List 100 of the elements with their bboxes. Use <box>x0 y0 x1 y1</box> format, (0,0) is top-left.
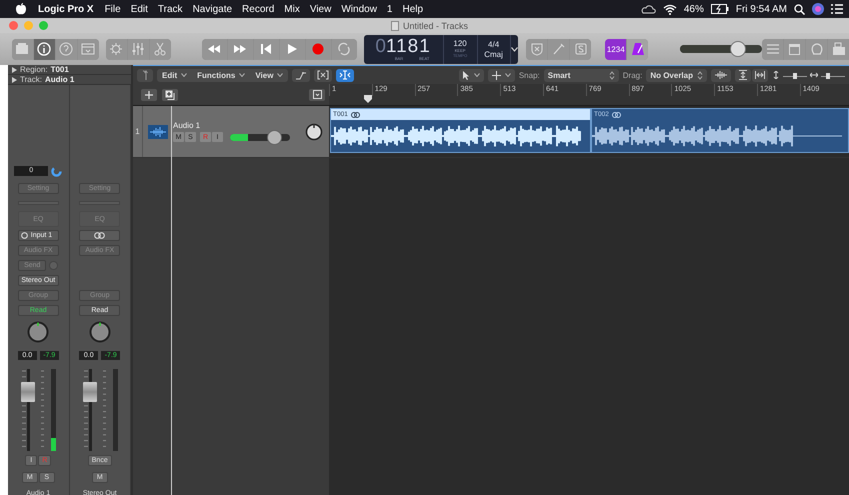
lcd-digit: 0 <box>375 38 386 56</box>
menu-item[interactable]: View <box>310 4 332 14</box>
menu-button[interactable]: Edit <box>157 68 192 82</box>
menu-item[interactable]: File <box>104 4 121 14</box>
back-button[interactable] <box>137 68 153 82</box>
menu-item[interactable]: 1 <box>386 4 392 14</box>
plus-icon <box>145 90 153 98</box>
replace-icon <box>530 42 544 56</box>
chevron-icon <box>474 73 480 77</box>
solo-icon <box>574 42 588 56</box>
pointer-tool-menu[interactable] <box>458 68 484 82</box>
rewind-icon <box>207 42 222 56</box>
horizontal-fit-button[interactable] <box>752 68 768 82</box>
menu-item[interactable]: Edit <box>130 4 148 14</box>
menu-item[interactable]: Window <box>341 4 377 14</box>
catch-button[interactable] <box>314 68 332 82</box>
chevron-icon <box>277 73 284 77</box>
menu-item[interactable]: Help <box>402 4 424 14</box>
chevron-icon[interactable] <box>510 46 518 52</box>
menu-button[interactable]: View <box>250 68 288 82</box>
loop-icon <box>612 112 621 118</box>
battery-icon[interactable] <box>710 4 729 14</box>
smart-controls-icon <box>109 42 124 56</box>
duplicate-track-button[interactable] <box>162 88 178 100</box>
tray-icon <box>312 90 322 99</box>
chevron-icon <box>239 73 246 77</box>
inspector-value: Audio 1 <box>44 75 74 84</box>
loop-icon <box>350 112 360 118</box>
inspector-label: Region: <box>20 65 48 74</box>
drag-dropdown[interactable]: No Overlap <box>646 68 707 82</box>
gain-knob-icon[interactable] <box>51 166 62 176</box>
play-button[interactable] <box>280 38 305 60</box>
scissors-icon <box>153 42 168 56</box>
orb-icon[interactable] <box>812 3 824 15</box>
zoom-slider[interactable] <box>783 72 807 78</box>
global-tracks-button[interactable] <box>309 88 325 100</box>
position-display: 1181 <box>386 38 431 56</box>
waveform-zoom-button[interactable] <box>711 68 731 82</box>
rewind-button[interactable] <box>202 38 227 60</box>
count-in-button[interactable]: 1234 <box>605 38 626 60</box>
circle-icon <box>20 232 28 238</box>
playhead-marker[interactable] <box>364 95 372 103</box>
menu-item[interactable]: Track <box>158 4 183 14</box>
fast-forward-icon <box>233 42 248 56</box>
help-icon <box>59 42 74 56</box>
cloud-icon[interactable] <box>640 4 656 14</box>
add-track-button[interactable] <box>141 88 157 100</box>
menu-button[interactable]: Functions <box>192 68 250 82</box>
tempo-value: 120 <box>453 40 467 48</box>
window-title: Untitled - Tracks <box>403 20 468 30</box>
flex-icon <box>339 70 352 80</box>
app-menu[interactable]: Logic Pro X <box>38 4 94 14</box>
menu-item[interactable]: Record <box>242 4 274 14</box>
inspector-button[interactable] <box>34 38 55 60</box>
search-icon[interactable] <box>794 4 805 14</box>
battery-percent: 46% <box>684 4 704 14</box>
master-volume-slider[interactable] <box>680 41 762 57</box>
crosshair-tool-menu[interactable] <box>488 68 515 82</box>
cycle-icon <box>337 42 352 56</box>
key-signature: Cmaj <box>484 50 503 58</box>
track-number: 1 <box>133 106 143 157</box>
time-signature: 4/4 <box>488 40 500 48</box>
zoom-slider[interactable] <box>821 72 845 78</box>
metronome-icon <box>630 42 645 56</box>
menu-item[interactable]: Mix <box>284 4 300 14</box>
pointer-icon <box>462 70 470 80</box>
vertical-fit-icon <box>738 70 748 80</box>
bracket-icon <box>317 70 330 80</box>
pan-knob-icon[interactable] <box>305 122 323 140</box>
go-to-start-icon <box>259 42 274 56</box>
list-icon[interactable] <box>831 4 843 14</box>
record-button[interactable] <box>306 38 331 60</box>
track-name: Audio 1 <box>173 121 202 130</box>
snap-dropdown[interactable]: Smart <box>544 68 619 82</box>
metronome-button[interactable] <box>627 38 648 60</box>
library-icon <box>15 42 30 56</box>
automation-button[interactable] <box>292 68 310 82</box>
vertical-arrows-icon <box>772 71 780 79</box>
inspector-icon <box>37 42 52 56</box>
curve-icon <box>295 70 308 80</box>
go-to-start-button[interactable] <box>254 38 279 60</box>
menu-item[interactable]: Navigate <box>192 4 232 14</box>
record-icon <box>311 42 326 56</box>
inspector-value: T001 <box>50 65 69 74</box>
apple-icon[interactable] <box>16 3 26 15</box>
linked-circles-icon <box>94 232 106 238</box>
crosshair-icon <box>492 70 501 80</box>
flex-button[interactable] <box>336 68 354 82</box>
fast-forward-button[interactable] <box>228 38 253 60</box>
notepad-icon <box>788 42 802 56</box>
inspector-label: Track: <box>20 75 42 84</box>
drag-label: Drag: <box>622 70 642 80</box>
fader-handle[interactable] <box>82 382 97 402</box>
fader-handle[interactable] <box>21 382 36 402</box>
document-icon <box>391 20 399 30</box>
clock[interactable]: Fri 9:54 AM <box>736 4 787 14</box>
input-button[interactable] <box>79 230 120 240</box>
chevron-icon <box>181 73 188 77</box>
vertical-fit-button[interactable] <box>735 68 751 82</box>
wifi-icon[interactable] <box>662 4 677 14</box>
